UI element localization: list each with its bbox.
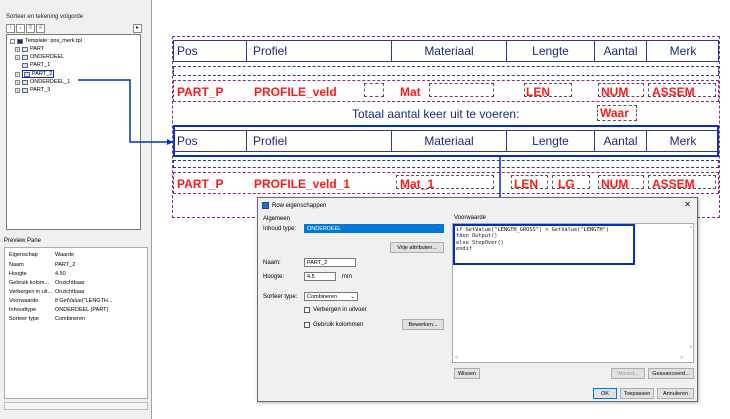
verbergen-label: Verbergen in uitvoer: [313, 307, 367, 313]
arrow-head-icon: [167, 139, 173, 145]
annuleren-button[interactable]: Annuleren: [657, 388, 694, 399]
chevron-down-icon: ⌄: [436, 226, 441, 232]
connector-tree-to-row: [78, 79, 173, 143]
hoogte-label: Hoogte:: [263, 274, 285, 280]
row-properties-dialog: Row eigenschappen ✕ Algemeen Inhoud type…: [257, 197, 698, 402]
wissen-button[interactable]: Wissen: [454, 368, 480, 379]
naam-label: Naam:: [263, 260, 281, 266]
bewerken-button[interactable]: Bewerken...: [402, 319, 444, 330]
dialog-titlebar[interactable]: Row eigenschappen: [262, 202, 326, 209]
scroll-right-icon[interactable]: >: [680, 355, 683, 361]
naam-input[interactable]: PART_2: [304, 258, 356, 267]
voorwaarde-label: Voorwaarde: [454, 215, 487, 221]
ok-button[interactable]: OK: [593, 388, 617, 399]
group-algemeen: Algemeen: [263, 216, 291, 222]
wizard-button[interactable]: Wizard...: [611, 368, 645, 379]
close-icon[interactable]: ✕: [684, 200, 691, 209]
toepassen-button[interactable]: Toepassen: [620, 388, 654, 399]
inhoud-type-label: Inhoud type:: [263, 226, 297, 232]
verbergen-checkbox[interactable]: [304, 307, 310, 313]
geavanceerd-button[interactable]: Geavanceerd...: [648, 368, 694, 379]
sorteer-type-select[interactable]: Combineren ⌄: [304, 292, 358, 301]
gebruik-kolommen-checkbox[interactable]: [304, 322, 310, 328]
dialog-title: Row eigenschappen: [272, 202, 327, 209]
sorteer-type-label: Sorteer type:: [263, 294, 298, 300]
vrije-attributen-button[interactable]: Vrije attributen...: [390, 242, 444, 253]
dialog-app-icon: [262, 202, 269, 209]
scroll-up-icon[interactable]: ^: [690, 226, 692, 232]
gebruik-kolommen-label: Gebruik kolommen: [313, 322, 364, 328]
condition-highlight: [453, 224, 635, 265]
inhoud-type-select[interactable]: ONDERDEEL ⌄: [304, 224, 444, 233]
scroll-left-icon[interactable]: <: [455, 355, 458, 361]
condition-editor[interactable]: if GetValue("LENGTH_GROSS") > GetValue("…: [452, 223, 694, 363]
scroll-down-icon[interactable]: v: [690, 344, 693, 350]
chevron-down-icon: ⌄: [350, 294, 355, 300]
hoogte-input[interactable]: 4.5: [304, 272, 336, 281]
hoogte-unit: mm: [342, 274, 352, 280]
